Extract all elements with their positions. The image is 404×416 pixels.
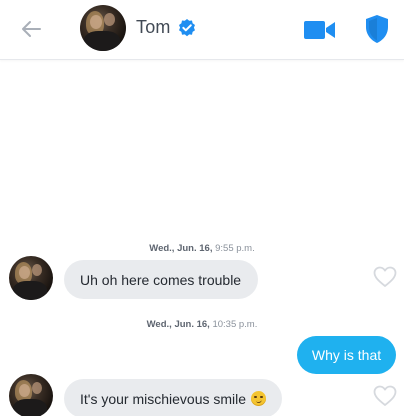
outgoing-message-bubble[interactable]: Why is that [297,336,396,374]
incoming-message-bubble[interactable]: Uh oh here comes trouble [64,260,258,299]
message-timestamp: Wed., Jun. 16, 9:55 p.m. [0,243,404,254]
timestamp-time: 9:55 p.m. [215,243,255,254]
sender-avatar[interactable] [9,256,53,300]
safety-button[interactable] [364,14,390,44]
like-message-button[interactable] [373,266,397,288]
message-text: Uh oh here comes trouble [80,271,242,288]
message-text: Why is that [311,347,382,363]
timestamp-date: Wed., Jun. 16, [149,243,213,254]
video-call-button[interactable] [303,18,337,42]
heart-outline-icon [373,385,397,406]
smirking-face-emoji-icon [251,391,266,406]
message-timestamp: Wed., Jun. 16, 10:35 p.m. [0,319,404,330]
like-message-button[interactable] [373,385,397,407]
timestamp-date: Wed., Jun. 16, [146,319,210,330]
sender-avatar[interactable] [9,374,53,416]
message-text: It's your mischievous smile [80,390,247,407]
profile-avatar[interactable] [80,5,126,51]
back-arrow-icon [22,21,41,37]
back-button[interactable] [14,14,48,44]
timestamp-time: 10:35 p.m. [212,319,258,330]
incoming-message-bubble[interactable]: It's your mischievous smile [64,379,282,416]
video-call-icon [304,21,335,39]
contact-name: Tom [136,17,171,37]
chat-header: Tom [0,0,404,60]
verified-badge-icon [178,18,195,36]
profile-name-link[interactable]: Tom [136,17,197,38]
heart-outline-icon [373,266,397,287]
safety-shield-icon [366,15,388,43]
